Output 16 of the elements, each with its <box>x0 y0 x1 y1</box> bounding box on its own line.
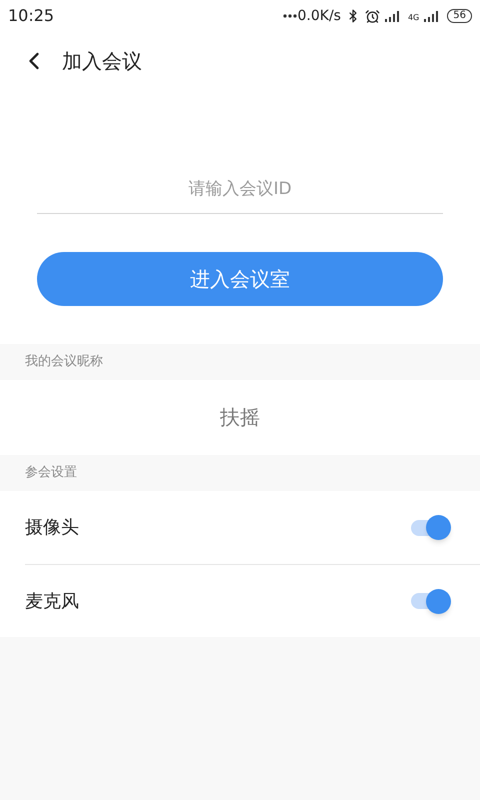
setting-label: 麦克风 <box>25 590 79 614</box>
battery-indicator: 56 <box>447 9 472 23</box>
page-title: 加入会议 <box>62 48 142 75</box>
section-header: 我的会议昵称 <box>25 353 103 372</box>
status-time: 10:25 <box>8 5 54 27</box>
nickname-field[interactable]: 扶摇 <box>0 380 480 455</box>
network-type: 4G <box>408 14 420 22</box>
setting-label: 摄像头 <box>25 516 79 540</box>
section-header: 参会设置 <box>25 464 77 482</box>
network-speed: 0.0K/s <box>298 6 341 26</box>
alarm-icon <box>364 8 380 24</box>
meeting-id-field[interactable]: 请输入会议ID <box>37 164 443 214</box>
toggle-switch[interactable] <box>409 588 451 614</box>
enter-meeting-button[interactable]: 进入会议室 <box>37 252 443 306</box>
toggle-switch[interactable] <box>409 514 451 540</box>
dots-icon <box>282 14 296 18</box>
